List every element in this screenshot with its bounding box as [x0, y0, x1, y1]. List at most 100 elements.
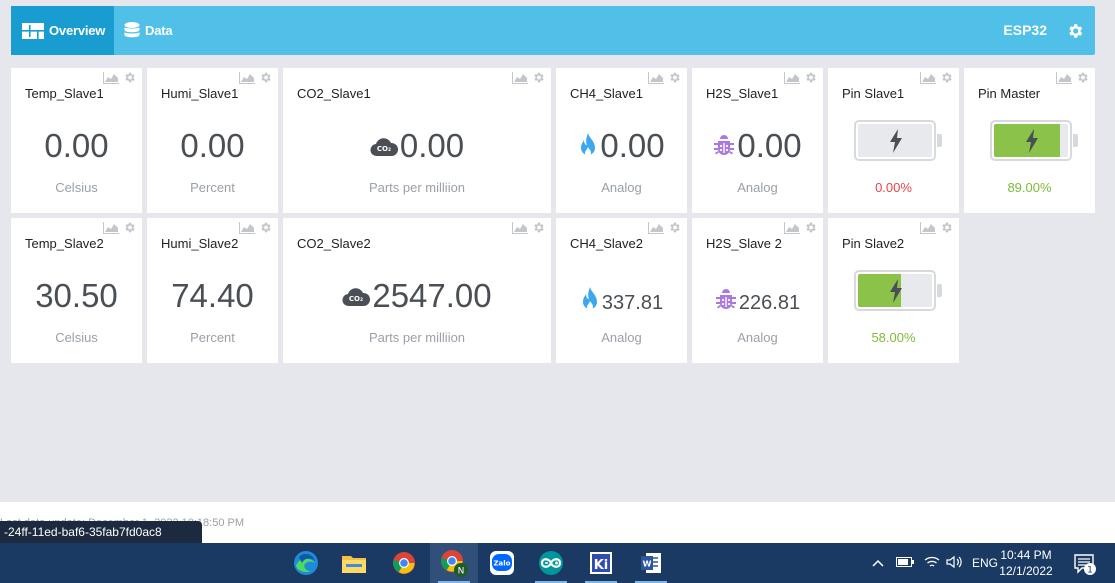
bolt-icon	[889, 129, 903, 158]
card-title: Humi_Slave2	[161, 236, 239, 251]
card-value: 0.00	[692, 126, 823, 166]
card-unit: Celsius	[55, 180, 98, 195]
kicad-label: Ki	[594, 558, 609, 573]
gear-icon[interactable]	[804, 221, 817, 239]
card-title: Pin Slave1	[842, 86, 905, 101]
tab-overview-label: Overview	[49, 23, 106, 38]
speaker-icon[interactable]	[946, 555, 964, 572]
gear-icon[interactable]	[940, 221, 953, 239]
card-title: Humi_Slave1	[161, 86, 239, 101]
edge-icon[interactable]	[282, 543, 330, 583]
chart-icon[interactable]	[784, 221, 800, 239]
gear-icon[interactable]	[804, 71, 817, 89]
card-value: 2547.00	[283, 276, 551, 316]
card-title: H2S_Slave1	[706, 86, 779, 101]
card-unit: Analog	[737, 330, 778, 345]
card-pin-slave2: Pin Slave2 58.00%	[828, 218, 959, 363]
chart-icon[interactable]	[920, 221, 936, 239]
card-value: 0.00	[283, 126, 551, 166]
card-value: 337.81	[556, 280, 687, 320]
battery-gauge	[854, 120, 942, 161]
card-unit: Parts per milliion	[368, 330, 466, 345]
kicad-icon[interactable]: Ki	[577, 543, 625, 583]
co2-cloud-icon	[342, 285, 370, 307]
gear-icon[interactable]	[1076, 71, 1089, 89]
gear-icon[interactable]	[259, 221, 272, 239]
chart-icon[interactable]	[1056, 71, 1072, 89]
card-title: CH4_Slave2	[570, 236, 643, 251]
tab-data[interactable]: Data	[114, 6, 194, 55]
card-value: 0.00	[556, 126, 687, 166]
card-pin-slave1: Pin Slave1 0.00%	[828, 68, 959, 213]
url-tooltip: -24ff-11ed-baf6-35fab7fd0ac8	[0, 521, 202, 544]
gear-icon[interactable]	[259, 71, 272, 89]
card-unit: Analog	[601, 330, 642, 345]
card-title: Temp_Slave2	[25, 236, 104, 251]
tab-overview[interactable]: Overview	[11, 6, 114, 55]
chrome-icon[interactable]	[380, 543, 428, 583]
chrome-profile-icon[interactable]: N	[430, 543, 478, 583]
chart-icon[interactable]	[103, 221, 119, 239]
battery-gauge	[990, 120, 1078, 161]
card-value: 0.00	[180, 127, 245, 164]
gear-icon[interactable]	[532, 221, 545, 239]
system-tray: ENG	[872, 543, 998, 583]
bug-icon	[713, 135, 735, 157]
battery-gauge	[854, 270, 942, 311]
layout-icon	[22, 22, 47, 39]
top-navbar: Overview Data ESP32	[11, 6, 1095, 55]
card-co2-slave1: CO2_Slave1 0.00 Parts per milliion	[283, 68, 551, 213]
gear-icon[interactable]	[668, 221, 681, 239]
card-title: Pin Slave2	[842, 236, 905, 251]
card-h2s-slave2: H2S_Slave 2 226.81 Analog	[692, 218, 823, 363]
settings-gear-icon[interactable]	[1066, 22, 1084, 45]
wifi-icon[interactable]	[924, 555, 940, 572]
tab-data-label: Data	[145, 23, 173, 38]
zalo-icon[interactable]: Zalo	[478, 543, 526, 583]
gear-icon[interactable]	[123, 221, 136, 239]
card-value: 74.40	[171, 277, 254, 314]
card-value: 0.00	[44, 127, 109, 164]
gear-icon[interactable]	[532, 71, 545, 89]
chart-icon[interactable]	[784, 71, 800, 89]
word-icon[interactable]: W	[627, 543, 675, 583]
chart-icon[interactable]	[512, 71, 528, 89]
chart-icon[interactable]	[648, 221, 664, 239]
card-temp-slave2: Temp_Slave2 30.50 Celsius	[11, 218, 142, 363]
battery-tray-icon[interactable]	[896, 556, 914, 570]
clock-time: 10:44 PM	[1000, 548, 1052, 562]
card-value: 226.81	[692, 280, 823, 320]
card-ch4-slave2: CH4_Slave2 337.81 Analog	[556, 218, 687, 363]
chart-icon[interactable]	[239, 221, 255, 239]
card-unit: Parts per milliion	[368, 180, 466, 195]
chart-icon[interactable]	[512, 221, 528, 239]
gear-icon[interactable]	[668, 71, 681, 89]
word-label: W	[643, 560, 652, 569]
notification-icon[interactable]: 1	[1073, 552, 1097, 581]
card-temp-slave1: Temp_Slave1 0.00 Celsius	[11, 68, 142, 213]
flame-icon	[580, 287, 600, 313]
card-humi-slave2: Humi_Slave2 74.40 Percent	[147, 218, 278, 363]
card-unit: Analog	[737, 180, 778, 195]
chevron-up-icon[interactable]	[872, 556, 884, 570]
gear-icon[interactable]	[940, 71, 953, 89]
card-title: Pin Master	[978, 86, 1041, 101]
card-h2s-slave1: H2S_Slave1 0.00 Analog	[692, 68, 823, 213]
file-explorer-icon[interactable]	[330, 543, 378, 583]
arduino-icon[interactable]	[527, 543, 575, 583]
card-unit: Percent	[190, 180, 235, 195]
gear-icon[interactable]	[123, 71, 136, 89]
card-title: Temp_Slave1	[25, 86, 104, 101]
chart-icon[interactable]	[920, 71, 936, 89]
co2-cloud-icon	[370, 135, 398, 157]
system-clock[interactable]: 10:44 PM 12/1/2022	[991, 547, 1061, 579]
card-unit: Analog	[601, 180, 642, 195]
card-value: 30.50	[35, 277, 118, 314]
chart-icon[interactable]	[103, 71, 119, 89]
flame-icon	[578, 133, 598, 159]
card-title: CO2_Slave2	[297, 236, 371, 251]
chart-icon[interactable]	[239, 71, 255, 89]
battery-percent: 0.00%	[875, 180, 912, 195]
bolt-icon	[1025, 129, 1039, 158]
chart-icon[interactable]	[648, 71, 664, 89]
